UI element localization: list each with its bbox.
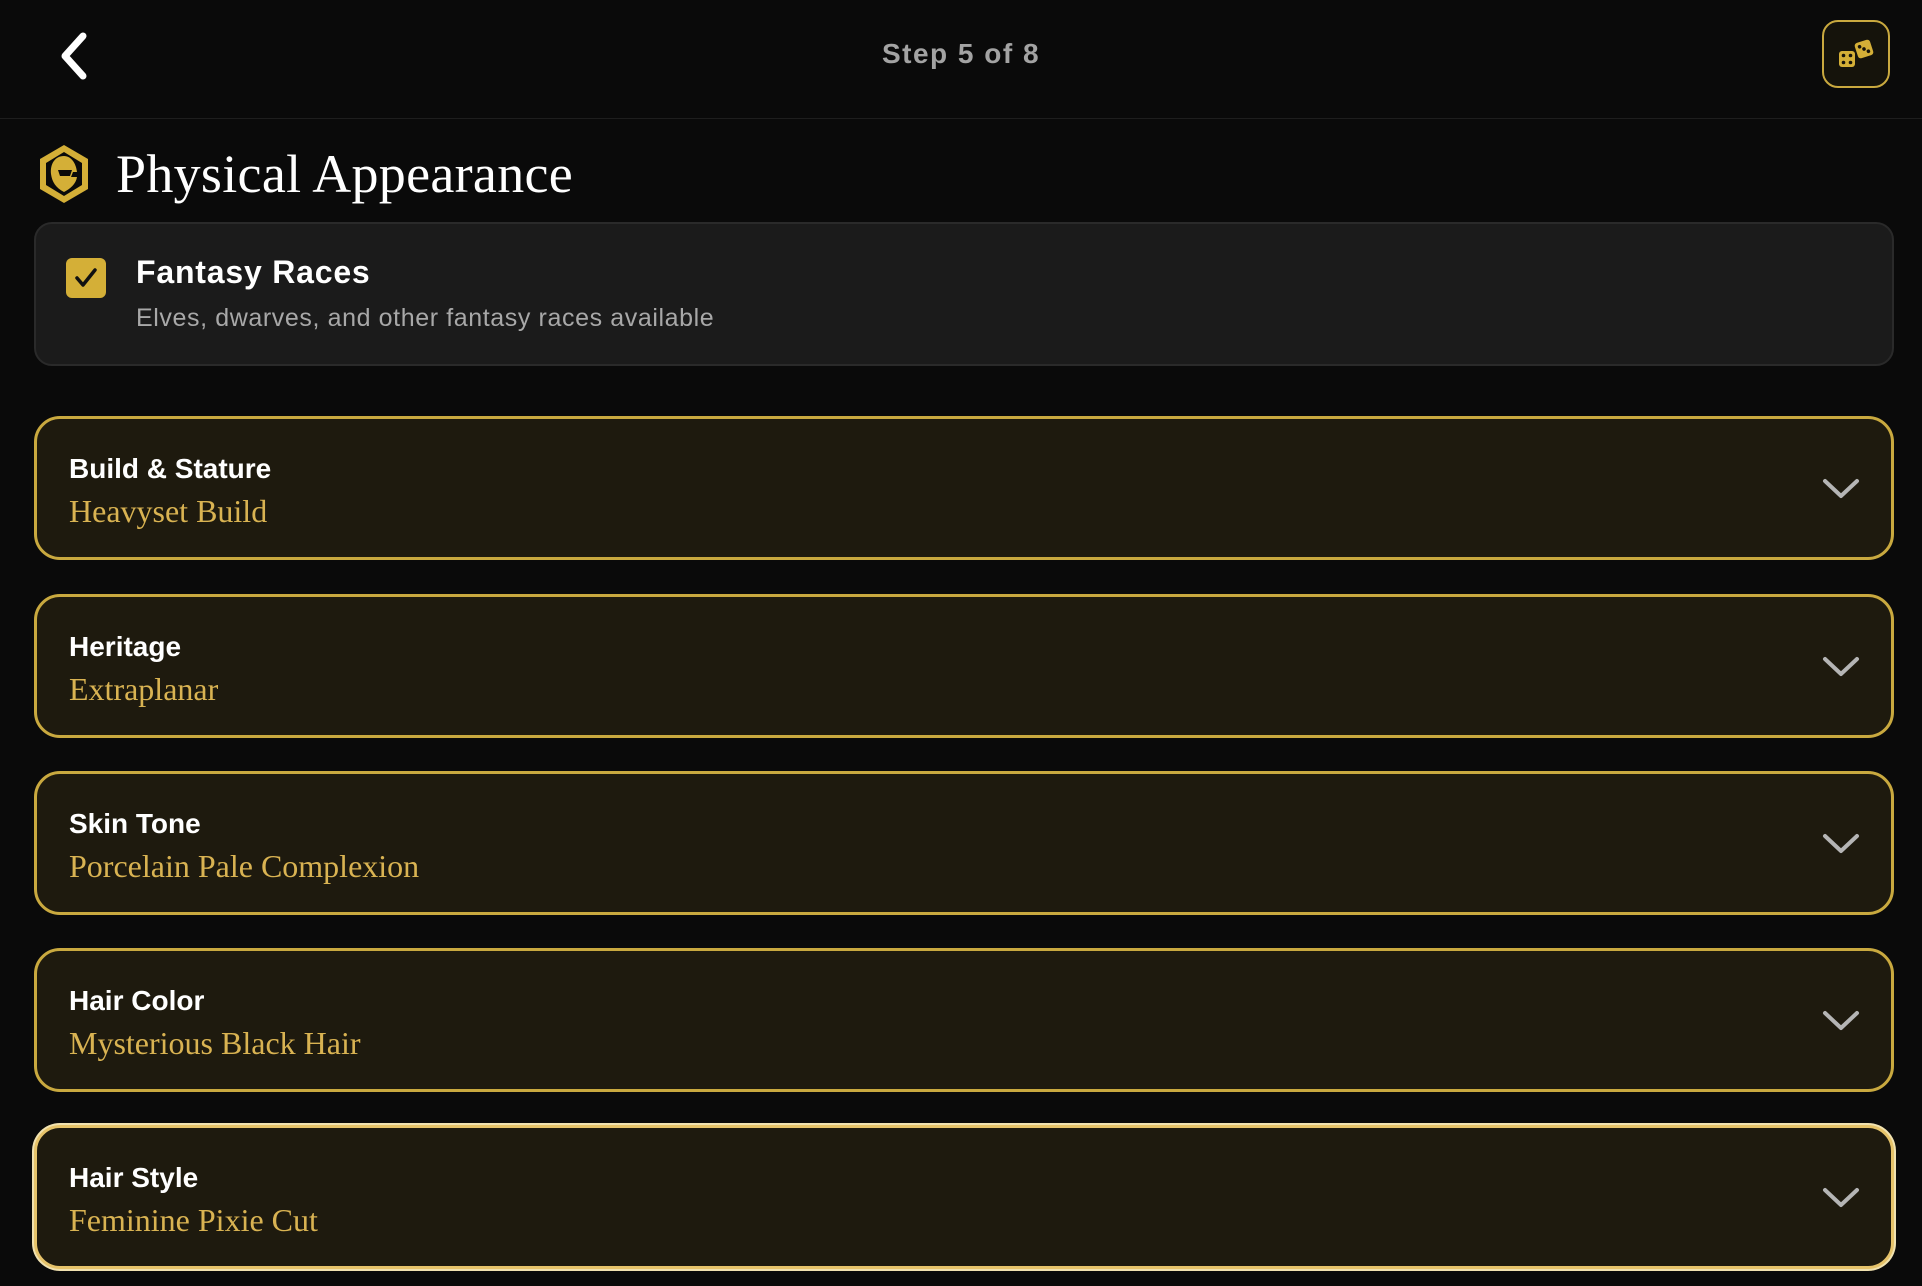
select-label: Hair Style	[69, 1162, 199, 1193]
page-title: Physical Appearance	[116, 144, 574, 204]
chevron-down-icon	[1821, 1180, 1861, 1216]
chevron-down-icon	[1821, 649, 1861, 685]
checkmark-icon	[75, 268, 97, 287]
select-label: Hair Color	[69, 985, 205, 1016]
chevron-down-icon	[1821, 471, 1861, 507]
fantasy-races-card[interactable]: Fantasy Races Elves, dwarves, and other …	[34, 222, 1894, 366]
fantasy-races-checkbox[interactable]	[66, 258, 106, 298]
top-bar: Step 5 of 8	[0, 0, 1922, 119]
build-stature-select[interactable]: Build & Stature Heavyset Build	[34, 416, 1894, 560]
select-value: Extraplanar	[69, 671, 219, 707]
select-label: Build & Stature	[69, 453, 272, 484]
select-value: Heavyset Build	[69, 493, 268, 529]
randomize-button[interactable]	[1822, 20, 1890, 88]
section-header: Physical Appearance	[36, 140, 573, 208]
chevron-down-icon	[1821, 826, 1861, 862]
select-value: Feminine Pixie Cut	[69, 1202, 318, 1238]
select-label: Skin Tone	[69, 808, 201, 839]
dice-icon	[1839, 39, 1874, 67]
hooded-figure-hexagon-icon	[40, 145, 88, 203]
select-label: Heritage	[69, 631, 182, 662]
hair-style-select[interactable]: Hair Style Feminine Pixie Cut	[34, 1125, 1894, 1269]
chevron-down-icon	[1821, 1003, 1861, 1039]
fantasy-races-title: Fantasy Races	[136, 254, 371, 290]
step-indicator: Step 5 of 8	[881, 38, 1041, 69]
skin-tone-select[interactable]: Skin Tone Porcelain Pale Complexion	[34, 771, 1894, 915]
select-value: Mysterious Black Hair	[69, 1025, 361, 1061]
fantasy-races-description: Elves, dwarves, and other fantasy races …	[136, 304, 715, 332]
hair-color-select[interactable]: Hair Color Mysterious Black Hair	[34, 948, 1894, 1092]
select-value: Porcelain Pale Complexion	[69, 848, 420, 884]
heritage-select[interactable]: Heritage Extraplanar	[34, 594, 1894, 738]
